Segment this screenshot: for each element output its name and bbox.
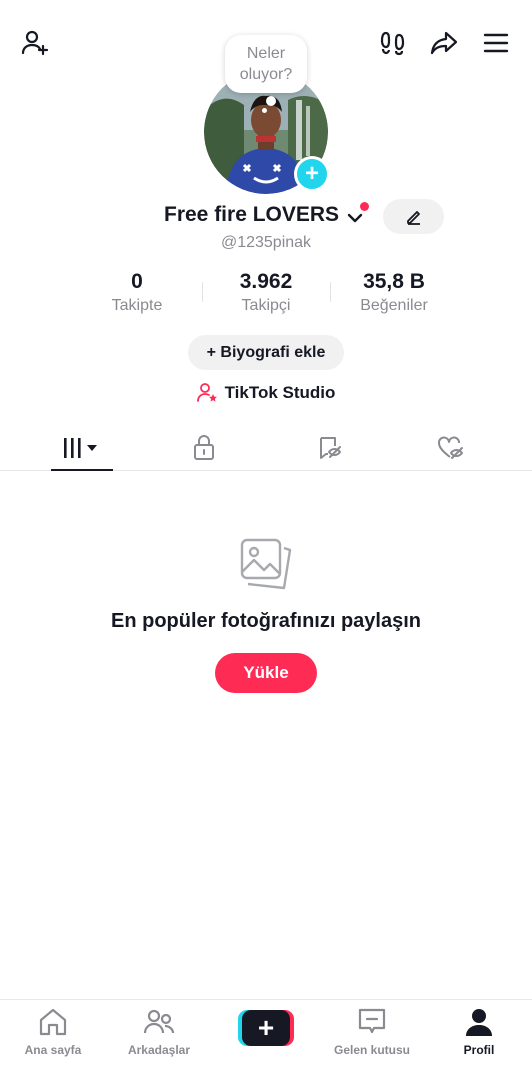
followers-label: Takipçi xyxy=(241,297,291,314)
tiktok-studio-label: TikTok Studio xyxy=(224,383,336,402)
edit-profile-button[interactable] xyxy=(383,199,444,234)
profile-icon xyxy=(466,1009,492,1036)
nav-friends-label: Arkadaşlar xyxy=(127,1043,191,1057)
nav-inbox-label: Gelen kutusu xyxy=(333,1043,410,1057)
following-label: Takipte xyxy=(111,297,163,314)
create-button[interactable]: + xyxy=(238,1010,294,1046)
status-bubble[interactable]: Neler oluyor? xyxy=(225,35,307,93)
hamburger-menu-icon xyxy=(483,33,509,53)
liked-hidden-icon xyxy=(437,436,463,459)
friends-icon xyxy=(143,1009,175,1034)
upload-button[interactable]: Yükle xyxy=(215,653,317,693)
inbox-icon xyxy=(358,1008,386,1034)
photos-icon xyxy=(240,538,292,590)
name-row: Free fire LOVERS xyxy=(0,199,532,234)
content-tabs xyxy=(0,425,532,471)
tab-liked[interactable] xyxy=(384,425,517,471)
following-count: 0 xyxy=(131,270,143,293)
bubble-text-line1: Neler xyxy=(246,45,286,62)
studio-person-star-icon xyxy=(196,383,217,402)
followers-count: 3.962 xyxy=(239,270,293,293)
add-avatar-button[interactable]: + xyxy=(294,156,330,192)
likes-stat[interactable]: 35,8 B Beğeniler xyxy=(334,270,454,315)
grid-videos-icon xyxy=(63,438,97,458)
bubble-tail-small xyxy=(262,108,267,113)
followers-stat[interactable]: 3.962 Takipçi xyxy=(206,270,326,315)
stat-divider xyxy=(330,282,331,302)
share-button[interactable] xyxy=(427,26,461,60)
profile-name[interactable]: Free fire LOVERS xyxy=(164,203,339,227)
active-tab-indicator xyxy=(51,469,113,471)
pencil-icon xyxy=(406,210,420,225)
nav-friends[interactable]: Arkadaşlar xyxy=(106,1006,212,1066)
add-friend-button[interactable] xyxy=(18,26,52,60)
nav-home[interactable]: Ana sayfa xyxy=(0,1006,106,1066)
footprints-button[interactable] xyxy=(376,26,410,60)
nav-profile[interactable]: Profil xyxy=(426,1006,532,1066)
create-plus-icon: + xyxy=(242,1010,290,1046)
tab-videos[interactable] xyxy=(15,425,148,471)
bubble-text-line2: oluyor? xyxy=(239,66,293,83)
nav-profile-label: Profil xyxy=(463,1043,495,1057)
likes-count: 35,8 B xyxy=(363,270,425,293)
share-arrow-icon xyxy=(430,31,458,55)
following-stat[interactable]: 0 Takipte xyxy=(77,270,197,315)
chevron-down-icon[interactable] xyxy=(346,209,364,227)
username-handle: @1235pinak xyxy=(220,234,312,251)
nav-inbox[interactable]: Gelen kutusu xyxy=(319,1006,425,1066)
home-icon xyxy=(39,1008,67,1036)
empty-state-title: En popüler fotoğrafınızı paylaşın xyxy=(110,610,422,632)
notification-dot xyxy=(360,202,369,211)
footprints-icon xyxy=(380,31,405,56)
bottom-navigation: Ana sayfa Arkadaşlar + Gelen kutusu Prof… xyxy=(0,999,532,1080)
likes-label: Beğeniler xyxy=(360,297,428,314)
bubble-tail xyxy=(266,96,276,106)
person-plus-icon xyxy=(21,30,49,56)
nav-home-label: Ana sayfa xyxy=(24,1043,82,1057)
add-bio-button[interactable]: + Biyografi ekle xyxy=(188,335,344,370)
tiktok-studio-link[interactable]: TikTok Studio xyxy=(0,380,532,406)
tab-reposts[interactable] xyxy=(262,425,395,471)
menu-button[interactable] xyxy=(479,26,513,60)
plus-icon: + xyxy=(304,160,319,187)
reposts-hidden-icon xyxy=(319,437,341,459)
tab-private[interactable] xyxy=(137,425,270,471)
lock-icon xyxy=(193,435,214,460)
stat-divider xyxy=(202,282,203,302)
